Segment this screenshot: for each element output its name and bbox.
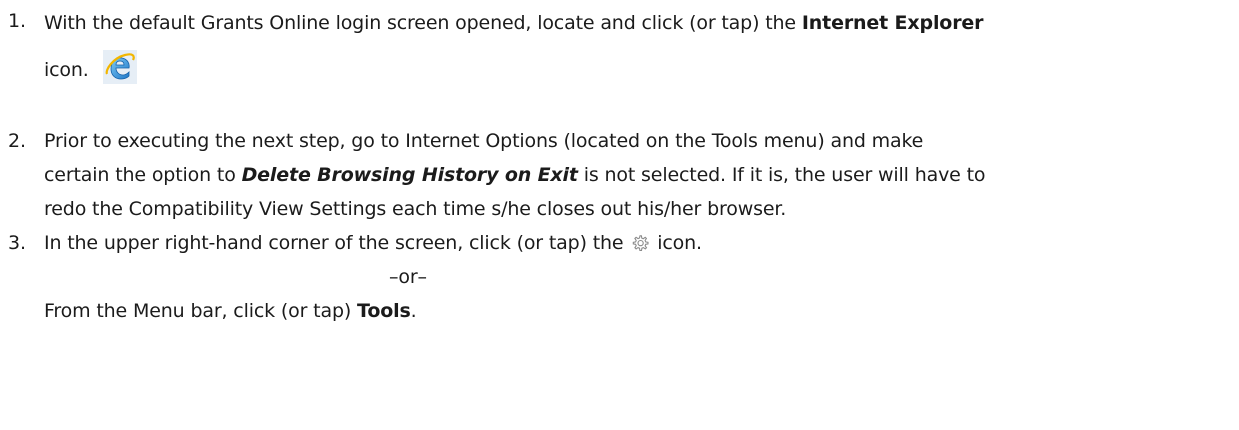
step-2-line-3: redo the Compatibility View Settings eac…: [44, 198, 787, 220]
step-3-line-1: In the upper right-hand corner of the sc…: [44, 226, 1233, 260]
step-1-icon-text: icon.: [44, 59, 89, 81]
internet-explorer-icon: [102, 49, 137, 84]
step-3-period: .: [410, 300, 417, 322]
step-1: 1. With the default Grants Online login …: [8, 4, 1233, 92]
step-2-line-2: certain the option to Delete Browsing Hi…: [44, 158, 1233, 192]
gear-icon: [630, 231, 650, 251]
step-2-text: certain the option to: [44, 164, 242, 186]
step-3-icon-text: icon.: [651, 232, 702, 254]
step-number: 2.: [8, 130, 26, 152]
step-3: 3. In the upper right-hand corner of the…: [8, 226, 1233, 328]
step-2-text-cont: is not selected. If it is, the user will…: [577, 164, 986, 186]
step-3-line-3: From the Menu bar, click (or tap) Tools.: [44, 294, 1233, 328]
step-1-line-1: With the default Grants Online login scr…: [44, 4, 1233, 42]
step-3-text: In the upper right-hand corner of the sc…: [44, 232, 630, 254]
or-separator: –or–: [389, 266, 427, 288]
step-number: 1.: [8, 10, 26, 32]
step-number: 3.: [8, 232, 26, 254]
delete-browsing-history-label: Delete Browsing History on Exit: [241, 164, 578, 186]
document-page: 1. With the default Grants Online login …: [0, 0, 1239, 430]
internet-explorer-label: Internet Explorer: [801, 12, 984, 34]
step-1-text: With the default Grants Online login scr…: [44, 12, 802, 34]
step-2: 2. Prior to executing the next step, go …: [8, 124, 1233, 226]
step-2-line-1: Prior to executing the next step, go to …: [44, 130, 924, 152]
tools-label: Tools: [357, 300, 411, 322]
step-1-line-2: icon.: [44, 42, 1233, 92]
step-3-menu-text: From the Menu bar, click (or tap): [44, 300, 358, 322]
